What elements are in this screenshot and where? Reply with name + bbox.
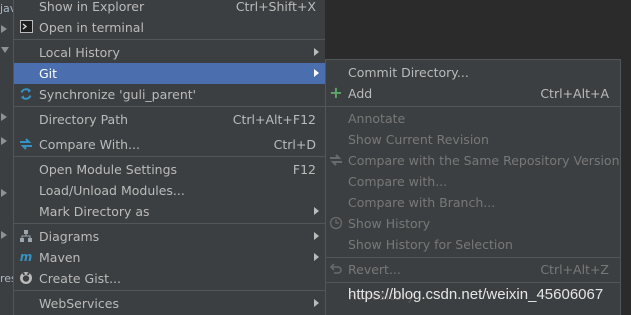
menu-item-show-in-explorer[interactable]: Show in Explorer Ctrl+Shift+X — [14, 0, 325, 17]
menu-item-synchronize[interactable]: Synchronize 'guli_parent' — [14, 84, 325, 105]
compare-icon — [329, 153, 343, 167]
menu-item-label: WebServices — [39, 296, 119, 311]
shortcut-label: Ctrl+Alt+A — [540, 86, 609, 101]
menu-separator — [326, 106, 620, 107]
diagram-icon — [19, 229, 33, 243]
submenu-item-commit-directory[interactable]: Commit Directory... — [326, 62, 620, 83]
tree-expand-arrow[interactable] — [1, 189, 7, 197]
menu-item-label: Open in terminal — [39, 20, 144, 35]
menu-item-label: Diagrams — [39, 229, 100, 244]
submenu-arrow-icon — [314, 232, 319, 240]
menu-item-webservices[interactable]: WebServices — [14, 293, 325, 314]
history-icon — [329, 216, 343, 230]
shortcut-label: Ctrl+Alt+F12 — [232, 112, 316, 127]
submenu-item-label: Show Current Revision — [348, 132, 489, 147]
menu-separator — [14, 290, 325, 291]
submenu-item-revert[interactable]: Revert... Ctrl+Alt+Z — [326, 259, 620, 280]
watermark-text: https://blog.csdn.net/weixin_45606067 — [348, 286, 604, 303]
submenu-item-label: Add — [348, 86, 373, 101]
terminal-icon — [19, 20, 33, 34]
submenu-item-label: Show History — [348, 216, 431, 231]
menu-item-create-gist[interactable]: Create Gist... — [14, 268, 325, 289]
menu-item-load-unload-modules[interactable]: Load/Unload Modules... — [14, 180, 325, 201]
menu-item-mark-directory-as[interactable]: Mark Directory as — [14, 201, 325, 222]
plus-icon: + — [329, 83, 343, 102]
menu-item-open-module-settings[interactable]: Open Module Settings F12 — [14, 159, 325, 180]
tree-collapse-arrow[interactable] — [1, 47, 9, 53]
submenu-arrow-icon — [314, 69, 319, 77]
menu-item-label: Git — [39, 66, 58, 81]
menu-item-label: Directory Path — [39, 112, 129, 127]
github-icon — [19, 271, 33, 285]
submenu-item-show-current-revision[interactable]: Show Current Revision — [326, 129, 620, 150]
submenu-arrow-icon — [314, 299, 319, 307]
menu-item-label: Mark Directory as — [39, 204, 150, 219]
submenu-item-label: Commit Directory... — [348, 65, 469, 80]
sync-icon — [19, 87, 33, 101]
menu-item-label: Show in Explorer — [39, 0, 145, 14]
submenu-item-add[interactable]: + Add Ctrl+Alt+A — [326, 83, 620, 104]
submenu-item-compare-same-version[interactable]: Compare with the Same Repository Version — [326, 150, 620, 171]
menu-item-compare-with[interactable]: Compare With... Ctrl+D — [14, 134, 325, 155]
compare-icon — [19, 137, 33, 151]
project-tree-gutter: jav res — [0, 0, 17, 315]
menu-item-label: Compare With... — [39, 137, 140, 152]
submenu-item-annotate[interactable]: Annotate — [326, 108, 620, 129]
submenu-item-label: Compare with Branch... — [348, 195, 496, 210]
menu-item-label: Maven — [39, 250, 81, 265]
menu-item-diagrams[interactable]: Diagrams — [14, 226, 325, 247]
git-submenu: Commit Directory... + Add Ctrl+Alt+A Ann… — [325, 59, 621, 315]
menu-item-label: Create Gist... — [39, 271, 122, 286]
shortcut-label: F12 — [292, 162, 316, 177]
menu-item-label: Synchronize 'guli_parent' — [39, 87, 197, 102]
menu-item-label: Open Module Settings — [39, 162, 178, 177]
context-menu: Show in Explorer Ctrl+Shift+X Open in te… — [13, 0, 325, 315]
menu-item-label: Local History — [39, 45, 120, 60]
submenu-item-compare-with-branch[interactable]: Compare with Branch... — [326, 192, 620, 213]
submenu-arrow-icon — [314, 48, 319, 56]
revert-icon — [329, 262, 343, 276]
submenu-item-label: Compare with... — [348, 174, 448, 189]
submenu-arrow-icon — [314, 253, 319, 261]
menu-item-git[interactable]: Git — [14, 63, 325, 84]
shortcut-label: Ctrl+Shift+X — [235, 0, 316, 14]
submenu-item-label: Annotate — [348, 111, 406, 126]
tree-expand-arrow[interactable] — [1, 25, 7, 33]
menu-item-label: Load/Unload Modules... — [39, 183, 185, 198]
menu-separator — [326, 257, 620, 258]
shortcut-label: Ctrl+Alt+Z — [540, 262, 609, 277]
menu-separator — [14, 39, 325, 40]
submenu-item-show-history[interactable]: Show History — [326, 213, 620, 234]
maven-icon: m — [19, 250, 33, 264]
tree-expand-arrow[interactable] — [1, 137, 7, 145]
menu-separator — [14, 156, 325, 157]
menu-item-local-history[interactable]: Local History — [14, 42, 325, 63]
tree-expand-arrow[interactable] — [1, 113, 7, 121]
tree-expand-arrow[interactable] — [1, 231, 7, 239]
submenu-item-label: Compare with the Same Repository Version — [348, 153, 620, 168]
menu-item-directory-path[interactable]: Directory Path Ctrl+Alt+F12 — [14, 109, 325, 130]
menu-separator — [14, 106, 325, 107]
menu-separator — [14, 223, 325, 224]
menu-separator — [326, 282, 620, 283]
submenu-item-compare-with[interactable]: Compare with... — [326, 171, 620, 192]
submenu-item-show-history-selection[interactable]: Show History for Selection — [326, 234, 620, 255]
menu-item-open-in-terminal[interactable]: Open in terminal — [14, 17, 325, 38]
shortcut-label: Ctrl+D — [273, 137, 316, 152]
submenu-item-label: Show History for Selection — [348, 237, 513, 252]
submenu-arrow-icon — [314, 207, 319, 215]
menu-item-maven[interactable]: m Maven — [14, 247, 325, 268]
submenu-item-label: Revert... — [348, 262, 401, 277]
